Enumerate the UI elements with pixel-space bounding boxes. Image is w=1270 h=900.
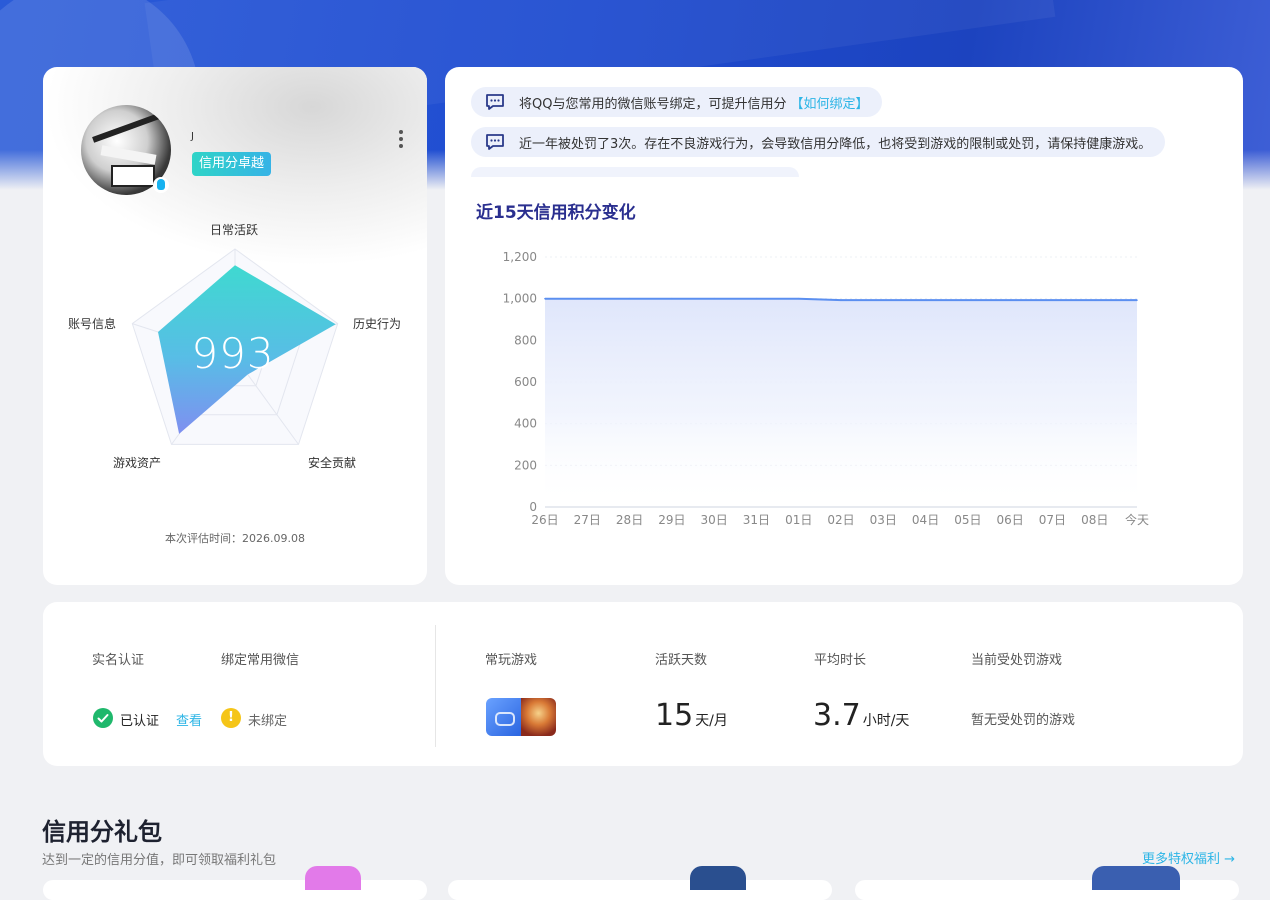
account-stats-card: 实名认证 绑定常用微信 已认证 查看 ! 未绑定 常玩游戏 活跃天数 15 天/月…	[43, 602, 1243, 766]
score-trend-card: 将QQ与您常用的微信账号绑定，可提升信用分 【如何绑定】 近一年被处罚了3次。存…	[445, 67, 1243, 585]
x-tick-label: 今天	[1125, 512, 1149, 527]
divider	[435, 625, 436, 747]
punished-games-value: 暂无受处罚的游戏	[971, 713, 1076, 728]
x-tick-label: 28日	[616, 513, 643, 527]
wechat-bind-status: 未绑定	[248, 714, 288, 729]
gift-illustration	[1092, 866, 1180, 890]
chart-data-point[interactable]	[671, 297, 673, 300]
y-tick-label: 0	[529, 500, 537, 514]
x-tick-label: 31日	[743, 513, 770, 527]
chart-data-point[interactable]	[755, 297, 758, 300]
y-tick-label: 1,200	[503, 250, 537, 264]
chart-data-point[interactable]	[882, 299, 885, 301]
x-tick-label: 08日	[1081, 513, 1108, 527]
credit-profile-card: J 信用分卓越 日常活跃 历史行为 安全贡献 游戏资产 账号信息 993 本次评…	[43, 67, 427, 585]
gift-card[interactable]	[43, 880, 427, 900]
chart-data-point[interactable]	[586, 297, 589, 300]
x-tick-label: 07日	[1039, 513, 1066, 527]
gift-card[interactable]	[448, 880, 832, 900]
chart-data-point[interactable]	[713, 297, 715, 300]
frequent-games-label: 常玩游戏	[485, 653, 538, 668]
chart-data-point[interactable]	[924, 299, 927, 301]
chart-data-point[interactable]	[840, 299, 842, 301]
punished-games-label: 当前受处罚游戏	[971, 653, 1063, 668]
warning-icon: !	[221, 708, 241, 728]
chart-data-point[interactable]	[1009, 299, 1011, 301]
more-privileges-link[interactable]: 更多特权福利 →	[1142, 848, 1235, 867]
chart-data-point[interactable]	[1093, 299, 1096, 301]
x-tick-label: 06日	[997, 513, 1024, 527]
evaluation-time: 本次评估时间：2026.09.08	[165, 532, 305, 545]
active-days-label: 活跃天数	[655, 653, 708, 668]
x-tick-label: 01日	[785, 513, 812, 527]
y-tick-label: 400	[514, 417, 537, 431]
chart-data-point[interactable]	[967, 299, 969, 301]
radar-label-daily-activity: 日常活跃	[210, 223, 259, 237]
radar-label-security-contribution: 安全贡献	[308, 456, 357, 470]
gamepad-icon[interactable]	[486, 698, 521, 736]
chart-data-point[interactable]	[544, 297, 546, 300]
realname-label: 实名认证	[92, 653, 145, 668]
score-trend-chart: 0 200 400 600 800 1,000 1,200 26日 27日 28日 29日 30日 31…	[503, 250, 1149, 527]
chart-data-point[interactable]	[1051, 299, 1054, 301]
x-tick-label: 26日	[531, 513, 558, 527]
radar-label-game-assets: 游戏资产	[113, 456, 162, 470]
gift-illustration	[690, 866, 746, 890]
chart-data-point[interactable]	[1136, 299, 1138, 301]
y-tick-label: 1,000	[503, 292, 537, 306]
avg-time-value: 3.7 小时/天	[813, 698, 910, 733]
credit-score: 993	[191, 329, 275, 378]
avg-time-label: 平均时长	[814, 653, 867, 668]
radar-label-history-behavior: 历史行为	[353, 317, 402, 331]
x-tick-label: 30日	[701, 513, 728, 527]
wechat-bind-label: 绑定常用微信	[221, 653, 300, 668]
chart-data-point[interactable]	[797, 297, 800, 300]
x-tick-label: 27日	[574, 513, 601, 527]
x-tick-label: 04日	[912, 513, 939, 527]
arrow-right-icon: →	[1224, 852, 1236, 867]
gift-illustration	[305, 866, 361, 890]
gift-section-subtitle: 达到一定的信用分值，即可领取福利礼包	[42, 853, 277, 868]
x-tick-label: 05日	[954, 513, 981, 527]
x-tick-label: 02日	[827, 513, 854, 527]
y-tick-label: 200	[514, 458, 537, 472]
y-tick-label: 800	[514, 333, 537, 347]
chart-data-point[interactable]	[628, 297, 631, 300]
radar-label-account-info: 账号信息	[68, 317, 117, 331]
view-realname-link[interactable]: 查看	[176, 710, 202, 729]
x-tick-label: 03日	[870, 513, 897, 527]
gift-section-title: 信用分礼包	[42, 818, 162, 846]
realname-status: 已认证	[120, 714, 160, 729]
game-hero-icon[interactable]	[521, 698, 556, 736]
chart-area-fill	[545, 298, 1137, 507]
frequent-game-icons[interactable]	[486, 698, 556, 736]
gift-card[interactable]	[855, 880, 1239, 900]
active-days-value: 15 天/月	[655, 698, 728, 733]
x-tick-label: 29日	[658, 513, 685, 527]
y-tick-label: 600	[514, 375, 537, 389]
check-icon	[93, 708, 113, 728]
